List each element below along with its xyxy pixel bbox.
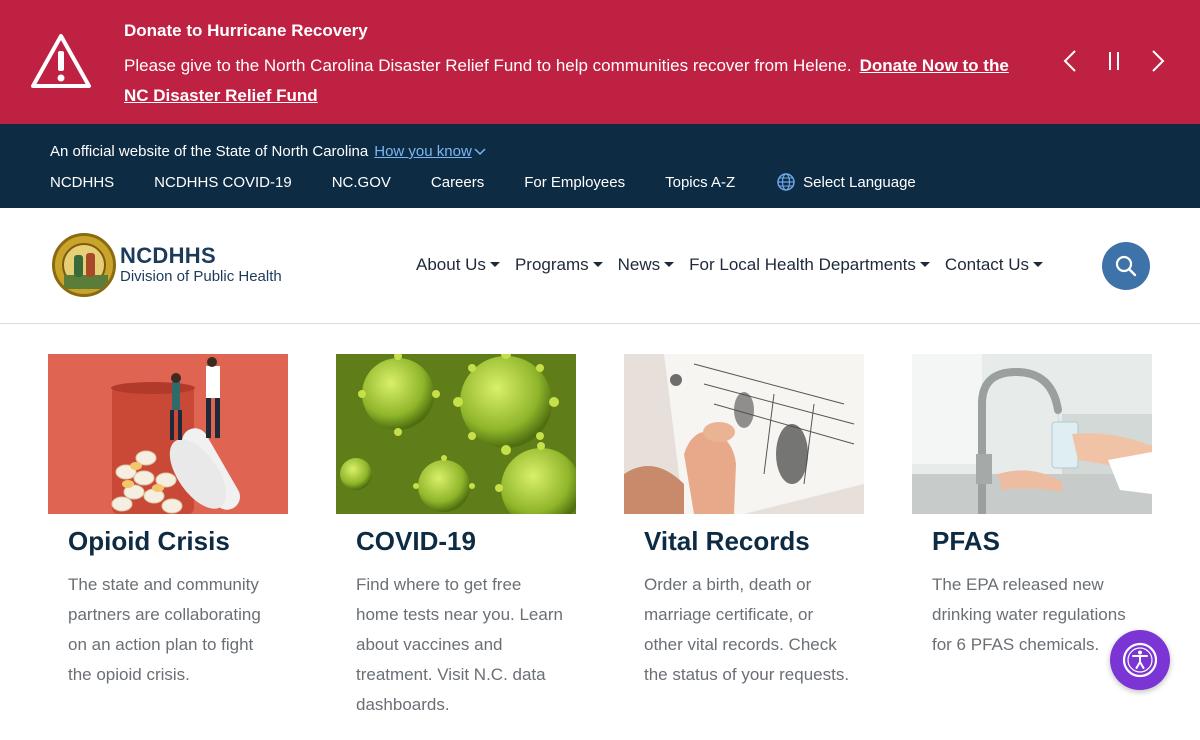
logo-title: NCDHHS xyxy=(120,243,216,268)
gov-link-ncdhhs[interactable]: NCDHHS xyxy=(50,174,114,191)
official-text: An official website of the State of Nort… xyxy=(50,143,369,160)
nav-label: News xyxy=(617,255,661,274)
nc-seal-icon xyxy=(52,233,116,297)
accessibility-button[interactable] xyxy=(1110,630,1170,690)
card-covid-19: COVID-19 Find where to get free home tes… xyxy=(336,354,576,720)
gov-link-employees[interactable]: For Employees xyxy=(524,174,625,191)
card-title[interactable]: Opioid Crisis xyxy=(68,524,288,558)
search-button[interactable] xyxy=(1102,242,1150,290)
card-description: Order a birth, death or marriage certifi… xyxy=(644,575,850,684)
nav-about-us[interactable]: About Us xyxy=(416,255,500,275)
logo-text: NCDHHS Division of Public Health xyxy=(120,244,282,286)
main-nav: About Us Programs News For Local Health … xyxy=(416,255,1058,275)
card-title[interactable]: PFAS xyxy=(932,524,1152,558)
nav-label: Contact Us xyxy=(944,255,1030,274)
language-label: Select Language xyxy=(803,173,916,191)
card-description: The state and community partners are col… xyxy=(68,575,261,684)
alert-text: Please give to the North Carolina Disast… xyxy=(124,56,852,75)
nav-label: For Local Health Departments xyxy=(689,255,916,274)
gov-link-topics[interactable]: Topics A-Z xyxy=(665,174,735,191)
pfas-image[interactable] xyxy=(912,354,1152,514)
how-you-know-link[interactable]: How you know xyxy=(374,143,486,160)
site-header: NCDHHS Division of Public Health About U… xyxy=(0,208,1200,324)
card-title[interactable]: COVID-19 xyxy=(356,524,576,558)
caret-down-icon xyxy=(919,261,930,267)
pause-icon[interactable] xyxy=(1099,46,1129,76)
card-opioid-crisis: Opioid Crisis The state and community pa… xyxy=(48,354,288,690)
gov-links: NCDHHS NCDHHS COVID-19 NC.GOV Careers Fo… xyxy=(50,173,916,191)
chevron-right-icon[interactable] xyxy=(1143,46,1173,76)
nav-local-health-departments[interactable]: For Local Health Departments xyxy=(689,255,930,275)
vital-records-image[interactable] xyxy=(624,354,864,514)
card-pfas: PFAS The EPA released new drinking water… xyxy=(912,354,1152,660)
warning-triangle-icon xyxy=(30,33,92,89)
site-logo[interactable]: NCDHHS Division of Public Health xyxy=(52,233,282,297)
official-notice: An official website of the State of Nort… xyxy=(50,143,486,160)
logo-subtitle: Division of Public Health xyxy=(120,268,282,285)
card-description: Find where to get free home tests near y… xyxy=(356,575,563,714)
card-description: The EPA released new drinking water regu… xyxy=(932,575,1126,654)
covid-19-image[interactable] xyxy=(336,354,576,514)
search-icon xyxy=(1115,255,1137,277)
caret-down-icon xyxy=(1033,261,1044,267)
gov-link-ncgov[interactable]: NC.GOV xyxy=(332,174,391,191)
nav-news[interactable]: News xyxy=(618,255,675,275)
card-vital-records: Vital Records Order a birth, death or ma… xyxy=(624,354,864,690)
gov-link-covid[interactable]: NCDHHS COVID-19 xyxy=(154,174,292,191)
chevron-left-icon[interactable] xyxy=(1055,46,1085,76)
alert-message: Please give to the North Carolina Disast… xyxy=(124,51,1034,111)
alert-title: Donate to Hurricane Recovery xyxy=(124,21,368,40)
language-selector[interactable]: Select Language xyxy=(777,173,916,191)
alert-banner: Donate to Hurricane Recovery Please give… xyxy=(0,0,1200,124)
nav-programs[interactable]: Programs xyxy=(515,255,603,275)
nav-contact-us[interactable]: Contact Us xyxy=(944,255,1044,275)
nav-label: About Us xyxy=(416,255,486,274)
official-site-bar: An official website of the State of Nort… xyxy=(0,124,1200,208)
globe-icon xyxy=(777,173,795,191)
nav-label: Programs xyxy=(514,255,589,274)
caret-down-icon xyxy=(664,261,675,267)
gov-link-careers[interactable]: Careers xyxy=(431,174,484,191)
caret-down-icon xyxy=(489,261,500,267)
caret-down-icon xyxy=(592,261,603,267)
card-title[interactable]: Vital Records xyxy=(644,524,864,558)
chevron-down-icon xyxy=(474,148,486,156)
accessibility-icon xyxy=(1122,642,1158,678)
how-you-know-label: How you know xyxy=(374,143,472,160)
opioid-crisis-image[interactable] xyxy=(48,354,288,514)
